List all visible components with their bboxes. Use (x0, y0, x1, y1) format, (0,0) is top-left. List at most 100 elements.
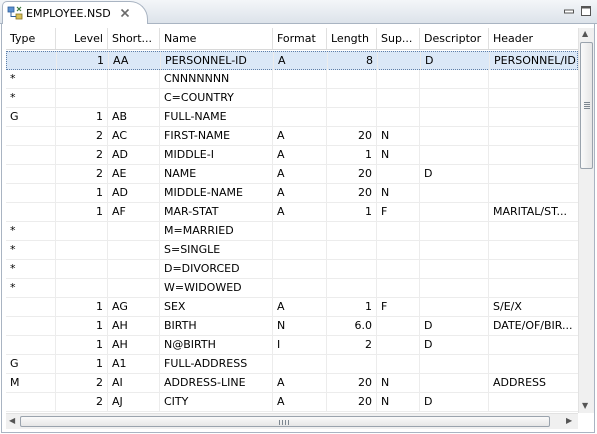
cell-length: 1 (327, 298, 377, 316)
table-row[interactable]: 2 AJ CITY A 20 N D (6, 393, 578, 412)
column-header-header[interactable]: Header (489, 28, 578, 49)
table-row[interactable]: 2 AC FIRST-NAME A 20 N (6, 127, 578, 146)
cell-short (108, 222, 160, 240)
vertical-scroll-thumb[interactable] (580, 42, 593, 169)
cell-name: CITY (160, 393, 273, 411)
column-header-type[interactable]: Type (6, 28, 56, 49)
table-row[interactable]: 1 AH N@BIRTH I 2 D (6, 336, 578, 355)
cell-header (489, 165, 578, 183)
cell-type (6, 203, 56, 221)
cell-level: 1 (56, 317, 108, 335)
cell-sup (377, 222, 420, 240)
cell-descriptor (420, 222, 489, 240)
horizontal-scrollbar[interactable]: ◀ ▶ (6, 413, 578, 429)
table-row[interactable]: M 2 AI ADDRESS-LINE A 20 N ADDRESS (6, 374, 578, 393)
cell-length: 20 (327, 165, 377, 183)
cell-sup (377, 70, 420, 88)
cell-level: 2 (56, 127, 108, 145)
cell-format: A (273, 298, 327, 316)
cell-length (327, 108, 377, 126)
cell-format (273, 241, 327, 259)
table-row[interactable]: * W=WIDOWED (6, 279, 578, 298)
cell-level (56, 260, 108, 278)
column-header-length[interactable]: Length (327, 28, 377, 49)
cell-length: 20 (327, 374, 377, 392)
cell-length: 1 (327, 146, 377, 164)
cell-length: 20 (327, 127, 377, 145)
ddm-file-icon (7, 6, 23, 20)
cell-format: A (273, 184, 327, 202)
cell-descriptor: D (420, 317, 489, 335)
cell-descriptor (420, 355, 489, 373)
cell-header (489, 260, 578, 278)
cell-short: AJ (108, 393, 160, 411)
cell-header (489, 184, 578, 202)
cell-name: CNNNNNNN (160, 70, 273, 88)
vertical-scrollbar[interactable]: ▲ ▼ (578, 28, 594, 413)
table-row[interactable]: 1 AA PERSONNEL-ID A 8 D PERSONNEL/ID (6, 51, 578, 70)
cell-sup (377, 355, 420, 373)
cell-type: * (6, 279, 56, 297)
cell-sup: F (377, 298, 420, 316)
cell-descriptor (420, 127, 489, 145)
cell-name: SEX (160, 298, 273, 316)
cell-length (327, 222, 377, 240)
cell-header (489, 336, 578, 354)
cell-sup: N (377, 146, 420, 164)
cell-descriptor: D (420, 393, 489, 411)
table-row[interactable]: G 1 AB FULL-NAME (6, 108, 578, 127)
cell-format (273, 279, 327, 297)
column-header-suppression[interactable]: Sup... (377, 28, 420, 49)
minimize-icon[interactable] (563, 5, 575, 17)
table-row[interactable]: * C=COUNTRY (6, 89, 578, 108)
maximize-icon[interactable] (580, 5, 592, 17)
cell-short: AF (108, 203, 160, 221)
cell-type: M (6, 374, 56, 392)
scroll-up-arrow-icon[interactable]: ▲ (582, 29, 588, 39)
close-icon[interactable] (120, 8, 130, 18)
table-row[interactable]: * M=MARRIED (6, 222, 578, 241)
table-row[interactable]: 1 AG SEX A 1 F S/E/X (6, 298, 578, 317)
cell-type: * (6, 222, 56, 240)
column-header-format[interactable]: Format (273, 28, 327, 49)
cell-level: 1 (56, 203, 108, 221)
cell-format (273, 222, 327, 240)
cell-length (327, 355, 377, 373)
table-row[interactable]: * CNNNNNNN (6, 70, 578, 89)
cell-format: A (273, 393, 327, 411)
scroll-down-arrow-icon[interactable]: ▼ (582, 401, 588, 411)
cell-short: AA (109, 52, 161, 70)
scroll-left-arrow-icon[interactable]: ◀ (9, 416, 15, 426)
cell-type (6, 298, 56, 316)
tab-employee-nsd[interactable]: EMPLOYEE.NSD (2, 1, 148, 24)
cell-name: N@BIRTH (160, 336, 273, 354)
cell-sup (377, 241, 420, 259)
table-row[interactable]: G 1 A1 FULL-ADDRESS (6, 355, 578, 374)
table-row[interactable]: 1 AF MAR-STAT A 1 F MARITAL/ST... (6, 203, 578, 222)
column-header-descriptor[interactable]: Descriptor (420, 28, 489, 49)
cell-sup: N (377, 127, 420, 145)
table-row[interactable]: * D=DIVORCED (6, 260, 578, 279)
column-header-name[interactable]: Name (160, 28, 273, 49)
cell-format: A (273, 165, 327, 183)
cell-length (327, 260, 377, 278)
cell-short (108, 241, 160, 259)
column-header-level[interactable]: Level (56, 28, 108, 49)
cell-header (489, 355, 578, 373)
table-row[interactable]: * S=SINGLE (6, 241, 578, 260)
column-header-short-name[interactable]: Short... (108, 28, 160, 49)
scroll-right-arrow-icon[interactable]: ▶ (566, 416, 572, 426)
table-row[interactable]: 2 AD MIDDLE-I A 1 N (6, 146, 578, 165)
cell-sup (377, 260, 420, 278)
cell-name: MAR-STAT (160, 203, 273, 221)
cell-level (56, 222, 108, 240)
horizontal-scroll-thumb[interactable] (20, 416, 550, 427)
cell-length: 1 (327, 203, 377, 221)
cell-header: S/E/X (493, 300, 522, 313)
table-row[interactable]: 1 AH BIRTH N 6.0 D DATE/OF/BIR... (6, 317, 578, 336)
table-row[interactable]: 2 AE NAME A 20 D (6, 165, 578, 184)
cell-name: W=WIDOWED (160, 279, 273, 297)
cell-header (489, 241, 578, 259)
cell-name: MIDDLE-I (160, 146, 273, 164)
table-row[interactable]: 1 AD MIDDLE-NAME A 20 N (6, 184, 578, 203)
